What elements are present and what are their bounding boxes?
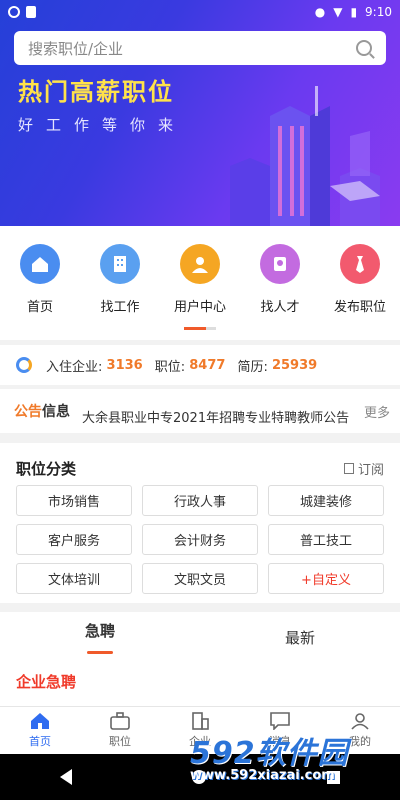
tab-urgent[interactable]: 急聘 [0,612,200,662]
notice-title: 公告信息 [14,401,70,421]
tab-underline [87,651,113,654]
search-input[interactable]: 搜索职位/企业 [14,31,386,65]
user-icon [180,244,220,284]
jobs-label: 职位: [154,359,186,375]
quick-nav-find-job[interactable]: 找工作 [85,244,155,340]
bottom-nav-jobs[interactable]: 职位 [80,707,160,754]
site-stats: 入住企业: 3136 职位: 8477 简历: 25939 [0,345,400,385]
tie-icon [340,244,380,284]
quick-nav-user-center[interactable]: 用户中心 [165,244,235,340]
status-bar: ● ▼ ▮ 9:10 [0,0,400,24]
notice-bar[interactable]: 公告信息 大余县职业中专2021年招聘专业特聘教师公告 更多 [0,389,400,433]
status-time: 9:10 [365,5,392,19]
quick-nav-label: 用户中心 [173,300,226,315]
tab-label: 最新 [284,628,315,647]
pager-indicator [184,327,216,330]
category-button[interactable]: 普工技工 [268,524,384,555]
building-icon [100,244,140,284]
categories-title: 职位分类 [16,459,77,478]
notice-more-link[interactable]: 更多 [364,402,400,421]
custom-category-button[interactable]: +自定义 [268,563,384,594]
talent-icon [260,244,300,284]
quick-nav-label: 发布职位 [333,300,386,315]
category-button[interactable]: 会计财务 [142,524,258,555]
city-illustration [230,86,380,226]
quick-nav-label: 首页 [26,300,53,315]
subscribe-button[interactable]: 订阅 [343,459,384,478]
hero-subtitle: 好工作等你来 [18,116,187,134]
search-placeholder: 搜索职位/企业 [28,39,124,58]
search-icon[interactable] [356,40,372,56]
home-icon [20,244,60,284]
quick-nav-home[interactable]: 首页 [5,244,75,340]
jobs-count: 8477 [189,357,226,373]
wifi-icon: ▼ [333,5,343,19]
resumes-label: 简历: [237,359,268,375]
nav-label: 首页 [29,735,51,748]
notice-title-part1: 公告 [14,404,42,420]
category-button[interactable]: 文职文员 [142,563,258,594]
category-button[interactable]: 市场销售 [16,485,132,516]
notice-title-part2: 信息 [42,404,70,420]
hero-banner[interactable]: 搜索职位/企业 热门高薪职位 好工作等你来 [0,0,400,226]
quick-nav-label: 找工作 [100,300,140,315]
job-categories: 职位分类 订阅 市场销售 行政人事 城建装修 客户服务 会计财务 普工技工 文体… [0,443,400,603]
bookmark-icon [343,462,354,474]
back-icon[interactable] [60,769,73,785]
notification-icon [8,6,20,18]
quick-nav-post-job[interactable]: 发布职位 [325,244,395,340]
urgent-section: 企业急聘 [0,662,400,706]
quick-nav-find-talent[interactable]: 找人才 [245,244,315,340]
category-button[interactable]: 城建装修 [268,485,384,516]
category-button[interactable]: 文体培训 [16,563,132,594]
subscribe-label: 订阅 [357,462,384,478]
tab-label: 急聘 [84,622,115,640]
sd-card-icon [26,6,36,18]
quick-nav: 首页 找工作 用户中心 找人才 发布职位 [0,226,400,340]
nav-label: 职位 [109,735,131,748]
category-button[interactable]: 客户服务 [16,524,132,555]
category-button[interactable]: 行政人事 [142,485,258,516]
briefcase-icon [110,712,130,730]
location-icon: ● [314,5,326,19]
tab-latest[interactable]: 最新 [200,612,400,662]
companies-count: 3136 [106,357,143,373]
home-icon [31,713,49,729]
watermark-url: www.592xiazai.com [190,768,335,783]
notice-text[interactable]: 大余县职业中专2021年招聘专业特聘教师公告 [82,407,354,426]
companies-label: 入住企业: [46,359,103,375]
quick-nav-label: 找人才 [260,300,300,315]
watermark: 592软件园 www.592xiazai.com [190,728,390,786]
resumes-count: 25939 [271,357,318,373]
job-tabs: 急聘 最新 [0,612,400,662]
urgent-title: 企业急聘 [16,673,77,691]
watermark-brand: 592软件园 [190,736,349,771]
hero-title: 热门高薪职位 [18,78,174,106]
battery-icon: ▮ [350,5,358,19]
bottom-nav-home[interactable]: 首页 [0,707,80,754]
stats-icon [16,357,32,373]
